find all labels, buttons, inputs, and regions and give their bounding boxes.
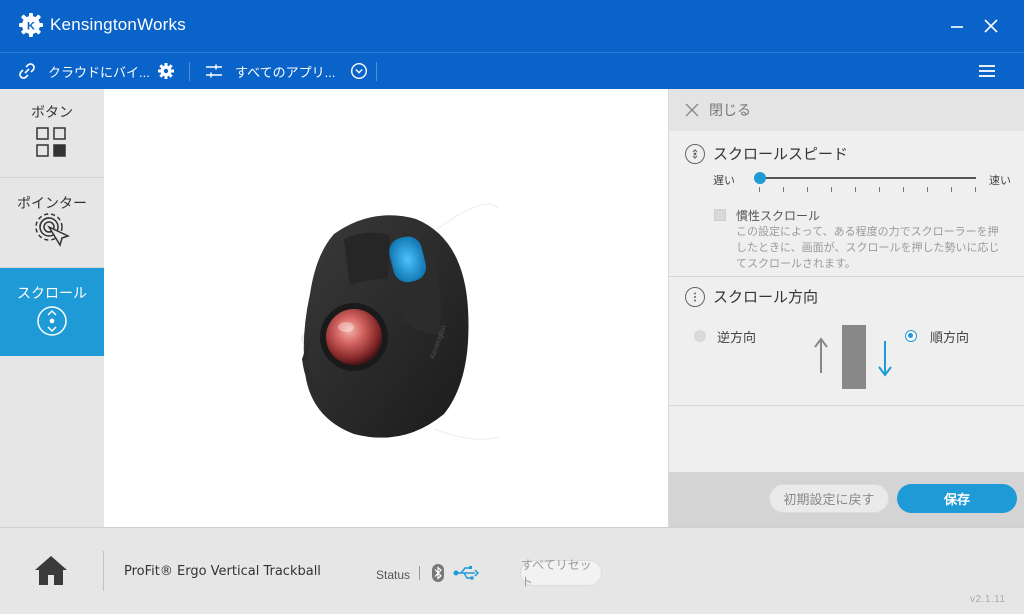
- section-divider: [669, 405, 1024, 406]
- version-label: v2.1.11: [970, 594, 1006, 605]
- close-icon: [685, 103, 699, 117]
- scroll-direction-illustration: [814, 325, 892, 389]
- svg-text:K: K: [27, 21, 35, 33]
- home-icon: [35, 556, 67, 585]
- app-title: KensingtonWorks: [50, 15, 186, 34]
- pointer-icon: [35, 213, 70, 247]
- slider-tick: [975, 187, 976, 192]
- close-panel-label: 閉じる: [709, 102, 751, 118]
- close-panel-button[interactable]: 閉じる: [669, 89, 1024, 131]
- kensington-logo-icon: K: [19, 13, 43, 37]
- slow-label: 遅い: [713, 175, 735, 187]
- save-button[interactable]: 保存: [897, 484, 1017, 513]
- scroll-speed-slider-thumb[interactable]: [754, 172, 766, 184]
- scroll-speed-title: スクロールスピード: [685, 143, 848, 164]
- gear-icon: [158, 63, 174, 79]
- buttons-grid-icon: [36, 127, 66, 157]
- menu-button[interactable]: [978, 53, 996, 89]
- section-divider: [669, 276, 1024, 277]
- scroll-direction-title: スクロール方向: [685, 286, 818, 307]
- home-button[interactable]: [33, 553, 69, 592]
- bottom-bar: ProFit® Ergo Vertical Trackball Status す…: [0, 527, 1024, 614]
- sidebar-item-scroll[interactable]: スクロール: [0, 268, 113, 356]
- scroll-icon: [37, 306, 67, 336]
- trackball-mouse-image: Kensington: [301, 203, 500, 440]
- reset-defaults-button[interactable]: 初期設定に戻す: [769, 484, 889, 513]
- scroll-speed-label: スクロールスピード: [713, 146, 849, 163]
- reset-all-button[interactable]: すべてリセット: [520, 558, 602, 589]
- cloud-sync-label: クラウドにバイ...: [48, 64, 150, 80]
- device-name: ProFit® Ergo Vertical Trackball: [124, 564, 321, 579]
- settings-button[interactable]: [157, 53, 175, 89]
- minimize-button[interactable]: [945, 14, 969, 38]
- status-divider: [419, 566, 420, 580]
- toolbar-divider: [376, 62, 377, 81]
- hamburger-menu-icon: [979, 65, 995, 77]
- cloud-sync-button[interactable]: クラウドにバイ...: [18, 53, 150, 89]
- app-selector-label: すべてのアプリ...: [235, 64, 336, 80]
- inertia-scroll-label: 慣性スクロール: [736, 209, 821, 223]
- forward-direction-radio[interactable]: [905, 330, 917, 342]
- slider-tick: [807, 187, 808, 192]
- scroll-settings-panel: 閉じる スクロールスピード 遅い 速い 慣性スクロール この設定によって、ある程…: [668, 89, 1024, 527]
- toolbar-divider: [189, 62, 190, 81]
- chevron-down-icon: [351, 62, 368, 80]
- cloud-link-icon: [19, 63, 35, 79]
- reverse-direction-label: 逆方向: [717, 330, 757, 345]
- toolbar: クラウドにバイ... すべてのアプリ...: [0, 52, 1024, 89]
- reverse-direction-radio[interactable]: [694, 330, 706, 342]
- sliders-icon: [206, 64, 222, 78]
- slider-tick: [759, 187, 760, 192]
- slider-tick: [903, 187, 904, 192]
- scroll-speed-icon: [685, 143, 705, 164]
- scroll-speed-slider-track[interactable]: [758, 177, 976, 179]
- close-icon: [984, 19, 998, 33]
- sidebar-item-label: ボタン: [31, 104, 73, 120]
- slider-tick: [783, 187, 784, 192]
- close-window-button[interactable]: [979, 14, 1003, 38]
- title-bar: K KensingtonWorks: [0, 0, 1024, 52]
- sidebar-item-label: ポインター: [17, 195, 87, 211]
- fast-label: 速い: [989, 175, 1011, 187]
- slider-tick: [927, 187, 928, 192]
- slider-tick: [951, 187, 952, 192]
- bottom-divider: [103, 551, 104, 591]
- app-selector[interactable]: すべてのアプリ...: [205, 53, 368, 89]
- slider-tick: [855, 187, 856, 192]
- scroll-direction-icon: [685, 286, 705, 307]
- device-preview: Kensington: [104, 89, 668, 527]
- slider-tick: [879, 187, 880, 192]
- inertia-scroll-description: この設定によって、ある程度の力でスクローラーを押したときに、画面が、スクロールを…: [736, 226, 1000, 270]
- sidebar-item-buttons[interactable]: ボタン: [0, 89, 104, 177]
- sidebar: ボタン ポインター スクロール: [0, 89, 113, 527]
- minimize-icon: [951, 26, 963, 28]
- sidebar-item-pointer[interactable]: ポインター: [0, 178, 104, 266]
- scroll-direction-label: スクロール方向: [713, 289, 819, 306]
- slider-tick: [831, 187, 832, 192]
- bluetooth-icon: [432, 564, 444, 582]
- usb-icon: [453, 566, 479, 580]
- forward-direction-label: 順方向: [930, 330, 970, 345]
- sidebar-item-label: スクロール: [17, 285, 87, 301]
- status-label: Status: [376, 568, 411, 582]
- inertia-scroll-checkbox[interactable]: [714, 209, 726, 221]
